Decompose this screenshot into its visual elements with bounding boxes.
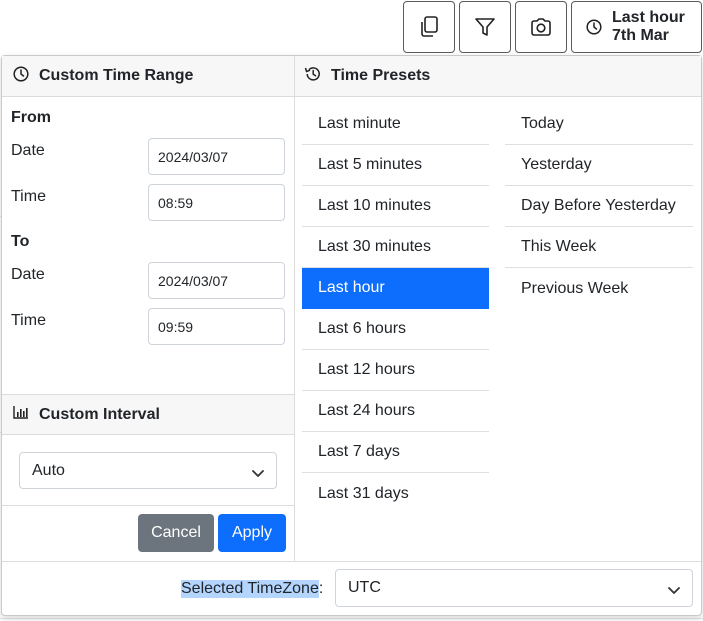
- bar-chart-icon: [13, 405, 39, 424]
- background-line: [0, 618, 703, 619]
- time-picker-panel: Custom Time Range Time Presets From Date…: [1, 55, 702, 616]
- time-presets-title: Time Presets: [331, 67, 431, 84]
- to-time-input[interactable]: [148, 308, 285, 345]
- chevron-down-icon: [668, 582, 680, 600]
- history-icon: [304, 66, 331, 87]
- timezone-label-text: Selected TimeZone: [181, 580, 319, 598]
- time-range-line2: 7th Mar: [612, 27, 669, 44]
- filter-icon: [474, 16, 496, 38]
- copy-button[interactable]: [403, 1, 455, 53]
- footer-divider: [2, 561, 701, 562]
- from-time-label: Time: [11, 188, 46, 205]
- preset-last-31-days[interactable]: Last 31 days: [302, 473, 489, 514]
- interval-select[interactable]: Auto: [19, 452, 277, 489]
- preset-last-7-days[interactable]: Last 7 days: [302, 432, 489, 473]
- preset-last-minute[interactable]: Last minute: [302, 104, 489, 145]
- time-range-label: Last hour 7th Mar: [612, 9, 685, 45]
- screenshot-button[interactable]: [515, 1, 567, 53]
- preset-last-10-minutes[interactable]: Last 10 minutes: [302, 186, 489, 227]
- time-range-line1: Last hour: [612, 9, 685, 26]
- cancel-button[interactable]: Cancel: [138, 514, 214, 552]
- preset-last-6-hours[interactable]: Last 6 hours: [302, 309, 489, 350]
- time-presets-header: Time Presets: [295, 56, 701, 97]
- from-date-label: Date: [11, 142, 45, 159]
- custom-interval-title: Custom Interval: [39, 405, 160, 423]
- to-date-input[interactable]: [148, 262, 285, 299]
- to-heading: To: [11, 233, 30, 250]
- column-divider: [294, 56, 295, 561]
- interval-select-value: Auto: [32, 461, 65, 479]
- time-range-button[interactable]: Last hour 7th Mar: [571, 1, 702, 53]
- preset-last-12-hours[interactable]: Last 12 hours: [302, 350, 489, 391]
- filter-button[interactable]: [459, 1, 511, 53]
- to-date-label: Date: [11, 266, 45, 283]
- preset-this-week[interactable]: This Week: [505, 227, 693, 268]
- from-time-input[interactable]: [148, 184, 285, 221]
- to-time-label: Time: [11, 312, 46, 329]
- actions-divider: [2, 505, 294, 506]
- custom-interval-header: Custom Interval: [2, 394, 294, 435]
- apply-button[interactable]: Apply: [218, 514, 286, 552]
- preset-last-30-minutes[interactable]: Last 30 minutes: [302, 227, 489, 268]
- from-heading: From: [11, 109, 51, 126]
- preset-today[interactable]: Today: [505, 104, 693, 145]
- copy-icon: [419, 16, 439, 38]
- preset-last-24-hours[interactable]: Last 24 hours: [302, 391, 489, 432]
- preset-yesterday[interactable]: Yesterday: [505, 145, 693, 186]
- custom-time-range-title: Custom Time Range: [39, 67, 194, 84]
- timezone-select[interactable]: UTC: [335, 569, 693, 607]
- preset-last-hour[interactable]: Last hour: [302, 268, 489, 309]
- clock-icon: [13, 65, 39, 87]
- custom-time-range-header: Custom Time Range: [2, 56, 294, 97]
- preset-previous-week[interactable]: Previous Week: [505, 268, 693, 309]
- preset-last-5-minutes[interactable]: Last 5 minutes: [302, 145, 489, 186]
- camera-icon: [530, 17, 552, 37]
- chevron-down-icon: [252, 465, 264, 483]
- timezone-label-colon: :: [318, 580, 324, 597]
- from-date-input[interactable]: [148, 138, 285, 175]
- clock-icon: [586, 19, 602, 35]
- timezone-select-value: UTC: [348, 579, 381, 596]
- preset-day-before-yesterday[interactable]: Day Before Yesterday: [505, 186, 693, 227]
- timezone-label: Selected TimeZone:: [181, 578, 323, 600]
